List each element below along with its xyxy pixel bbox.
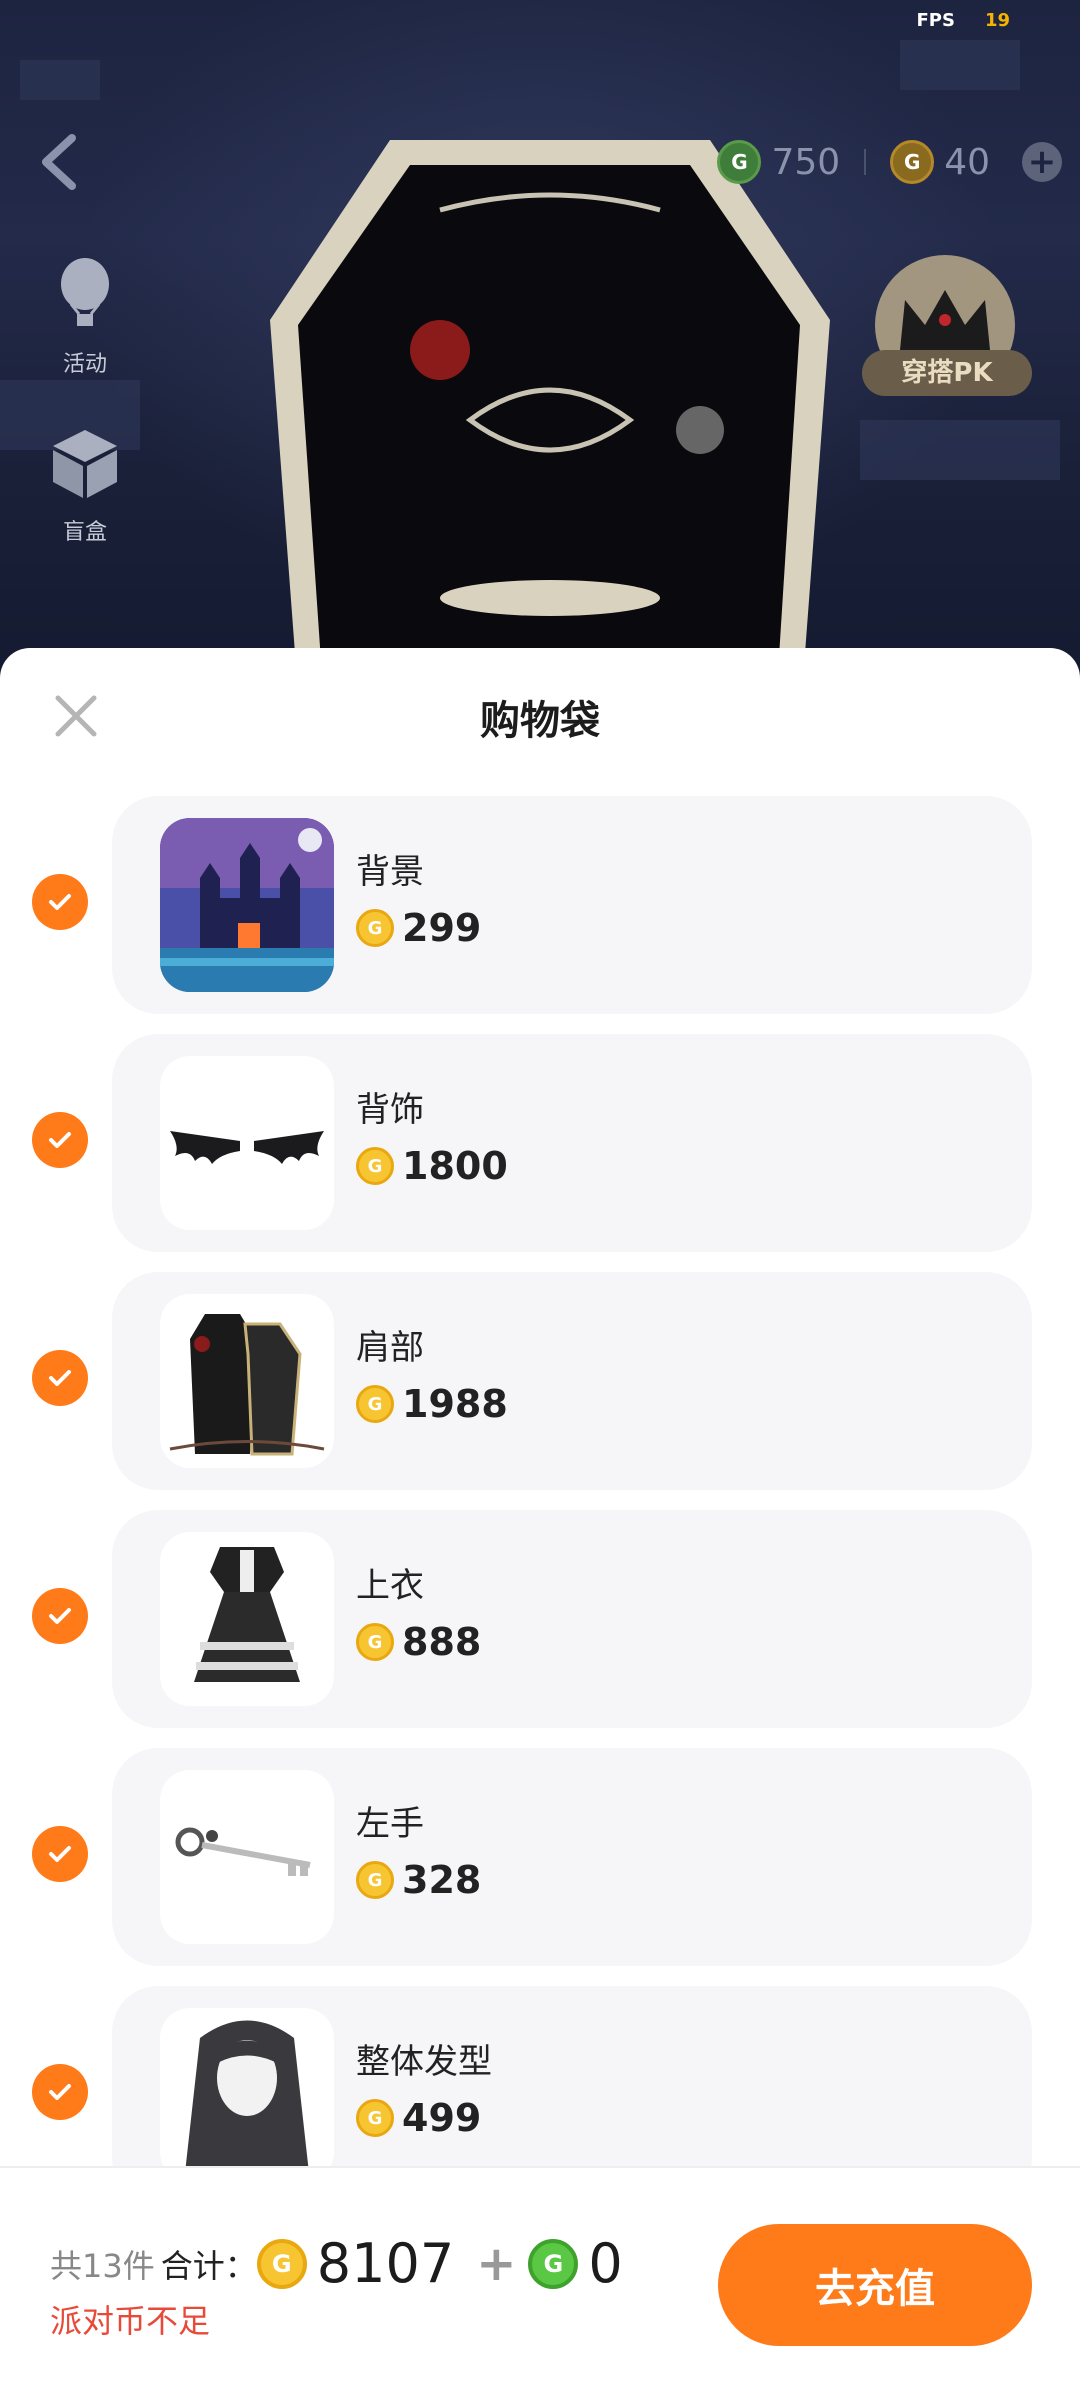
checkout-footer: 共13件 合计： G 8107 + G 0 派对币不足 去充值 [0, 2166, 1080, 2402]
total-label: 合计： [160, 2246, 257, 2285]
check-icon [49, 2084, 71, 2100]
item-price-value: 328 [402, 1858, 482, 1902]
item-checkbox[interactable] [32, 1112, 88, 1168]
item-thumbnail [160, 2008, 334, 2182]
skeleton-key-image [175, 1827, 311, 1876]
item-price-value: 499 [402, 2096, 482, 2140]
check-icon [49, 1132, 71, 1148]
pixel-block [900, 40, 1020, 90]
check-icon [49, 1608, 71, 1624]
gold-coin-icon: G [356, 909, 394, 947]
activity-label: 活动 [62, 352, 107, 377]
item-name: 背景 [356, 852, 424, 892]
green-coin-icon: G [717, 140, 762, 184]
insufficient-balance-warning: 派对币不足 [50, 2302, 211, 2340]
sheet-header: 购物袋 [0, 648, 1080, 778]
item-name: 背饰 [356, 1090, 424, 1130]
item-card[interactable]: 上衣 G 888 [112, 1510, 1032, 1728]
castle-background-image [160, 818, 334, 992]
hot-air-balloon-icon [61, 258, 109, 326]
item-card[interactable]: 背景 G 299 [112, 796, 1032, 1014]
gothic-dress-image [194, 1547, 300, 1682]
gold-coin-icon: G [356, 2099, 394, 2137]
item-checkbox[interactable] [32, 874, 88, 930]
item-thumbnail [160, 1294, 334, 1468]
green-total: 0 [588, 2232, 623, 2295]
gold-coin-icon: G [356, 1623, 394, 1661]
pixel-block [860, 420, 1060, 480]
currency-bar: G 750 G 40 + [717, 140, 1062, 184]
cart-item: 肩部 G 1988 [0, 1272, 1080, 1510]
gold-coin-icon: G [356, 1147, 394, 1185]
plus-sign: + [476, 2235, 517, 2292]
game-scene: FPS 19 G 750 G 40 + 活动 盲盒 穿搭PK [0, 0, 1080, 680]
item-name: 肩部 [356, 1328, 424, 1368]
item-card[interactable]: 背饰 G 1800 [112, 1034, 1032, 1252]
sheet-title: 购物袋 [480, 698, 600, 744]
check-icon [49, 1370, 71, 1386]
blind-box-label: 盲盒 [62, 520, 107, 545]
add-currency-button[interactable]: + [1022, 142, 1062, 182]
item-price-value: 1988 [402, 1382, 508, 1426]
outfit-pk-button[interactable]: 穿搭PK [862, 350, 1032, 396]
item-thumbnail [160, 818, 334, 992]
item-checkbox[interactable] [32, 1350, 88, 1406]
shopping-bag-sheet: 购物袋 背景 G 299 背饰 G 1800 肩部 G 1988 上衣 G 88… [0, 648, 1080, 2400]
gold-coin-icon: G [356, 1861, 394, 1899]
item-price-value: 888 [402, 1620, 482, 1664]
total-summary: 共13件 合计： G 8107 + G 0 [50, 2232, 633, 2295]
item-thumbnail [160, 1532, 334, 1706]
item-price: G 499 [356, 2096, 481, 2140]
bat-wings-image [170, 1131, 324, 1164]
item-price: G 1988 [356, 1382, 508, 1426]
item-checkbox[interactable] [32, 1588, 88, 1644]
item-checkbox[interactable] [32, 2064, 88, 2120]
back-arrow-icon[interactable] [36, 132, 80, 192]
check-icon [49, 1846, 71, 1862]
item-thumbnail [160, 1056, 334, 1230]
gold-coin-icon: G [256, 2238, 307, 2289]
green-coin-icon: G [528, 2238, 579, 2289]
cart-item: 背饰 G 1800 [0, 1034, 1080, 1272]
item-name: 上衣 [356, 1566, 424, 1606]
coffin-image [169, 1314, 325, 1456]
gold-coin-icon: G [890, 140, 935, 184]
cart-item: 背景 G 299 [0, 796, 1080, 1034]
item-card[interactable]: 左手 G 328 [112, 1748, 1032, 1966]
pixel-block [20, 60, 100, 100]
green-coin-amount: 750 [771, 141, 841, 183]
item-price: G 299 [356, 906, 481, 950]
cart-item: 上衣 G 888 [0, 1510, 1080, 1748]
item-price: G 328 [356, 1858, 481, 1902]
recharge-button[interactable]: 去充值 [718, 2224, 1032, 2346]
fps-counter: FPS 19 [916, 10, 1010, 31]
cart-item: 左手 G 328 [0, 1748, 1080, 1986]
gold-coin-icon: G [356, 1385, 394, 1423]
item-count: 共13件 [50, 2246, 155, 2285]
item-name: 整体发型 [356, 2042, 492, 2082]
item-price: G 1800 [356, 1144, 508, 1188]
item-thumbnail [160, 1770, 334, 1944]
item-name: 左手 [356, 1804, 424, 1844]
cart-item-list[interactable]: 背景 G 299 背饰 G 1800 肩部 G 1988 上衣 G 888 左手… [0, 796, 1080, 2224]
gold-total: 8107 [316, 2232, 455, 2295]
coffin-decoration [270, 140, 830, 680]
divider [864, 149, 867, 175]
item-checkbox[interactable] [32, 1826, 88, 1882]
blind-box-button[interactable]: 盲盒 [40, 420, 130, 546]
check-icon [49, 894, 71, 910]
long-hair-image [184, 2020, 310, 2182]
item-card[interactable]: 肩部 G 1988 [112, 1272, 1032, 1490]
item-price-value: 1800 [402, 1144, 508, 1188]
blind-box-icon [53, 430, 117, 498]
gold-coin-amount: 40 [944, 141, 990, 183]
item-price: G 888 [356, 1620, 481, 1664]
item-price-value: 299 [402, 906, 482, 950]
activity-button[interactable]: 活动 [40, 252, 130, 378]
